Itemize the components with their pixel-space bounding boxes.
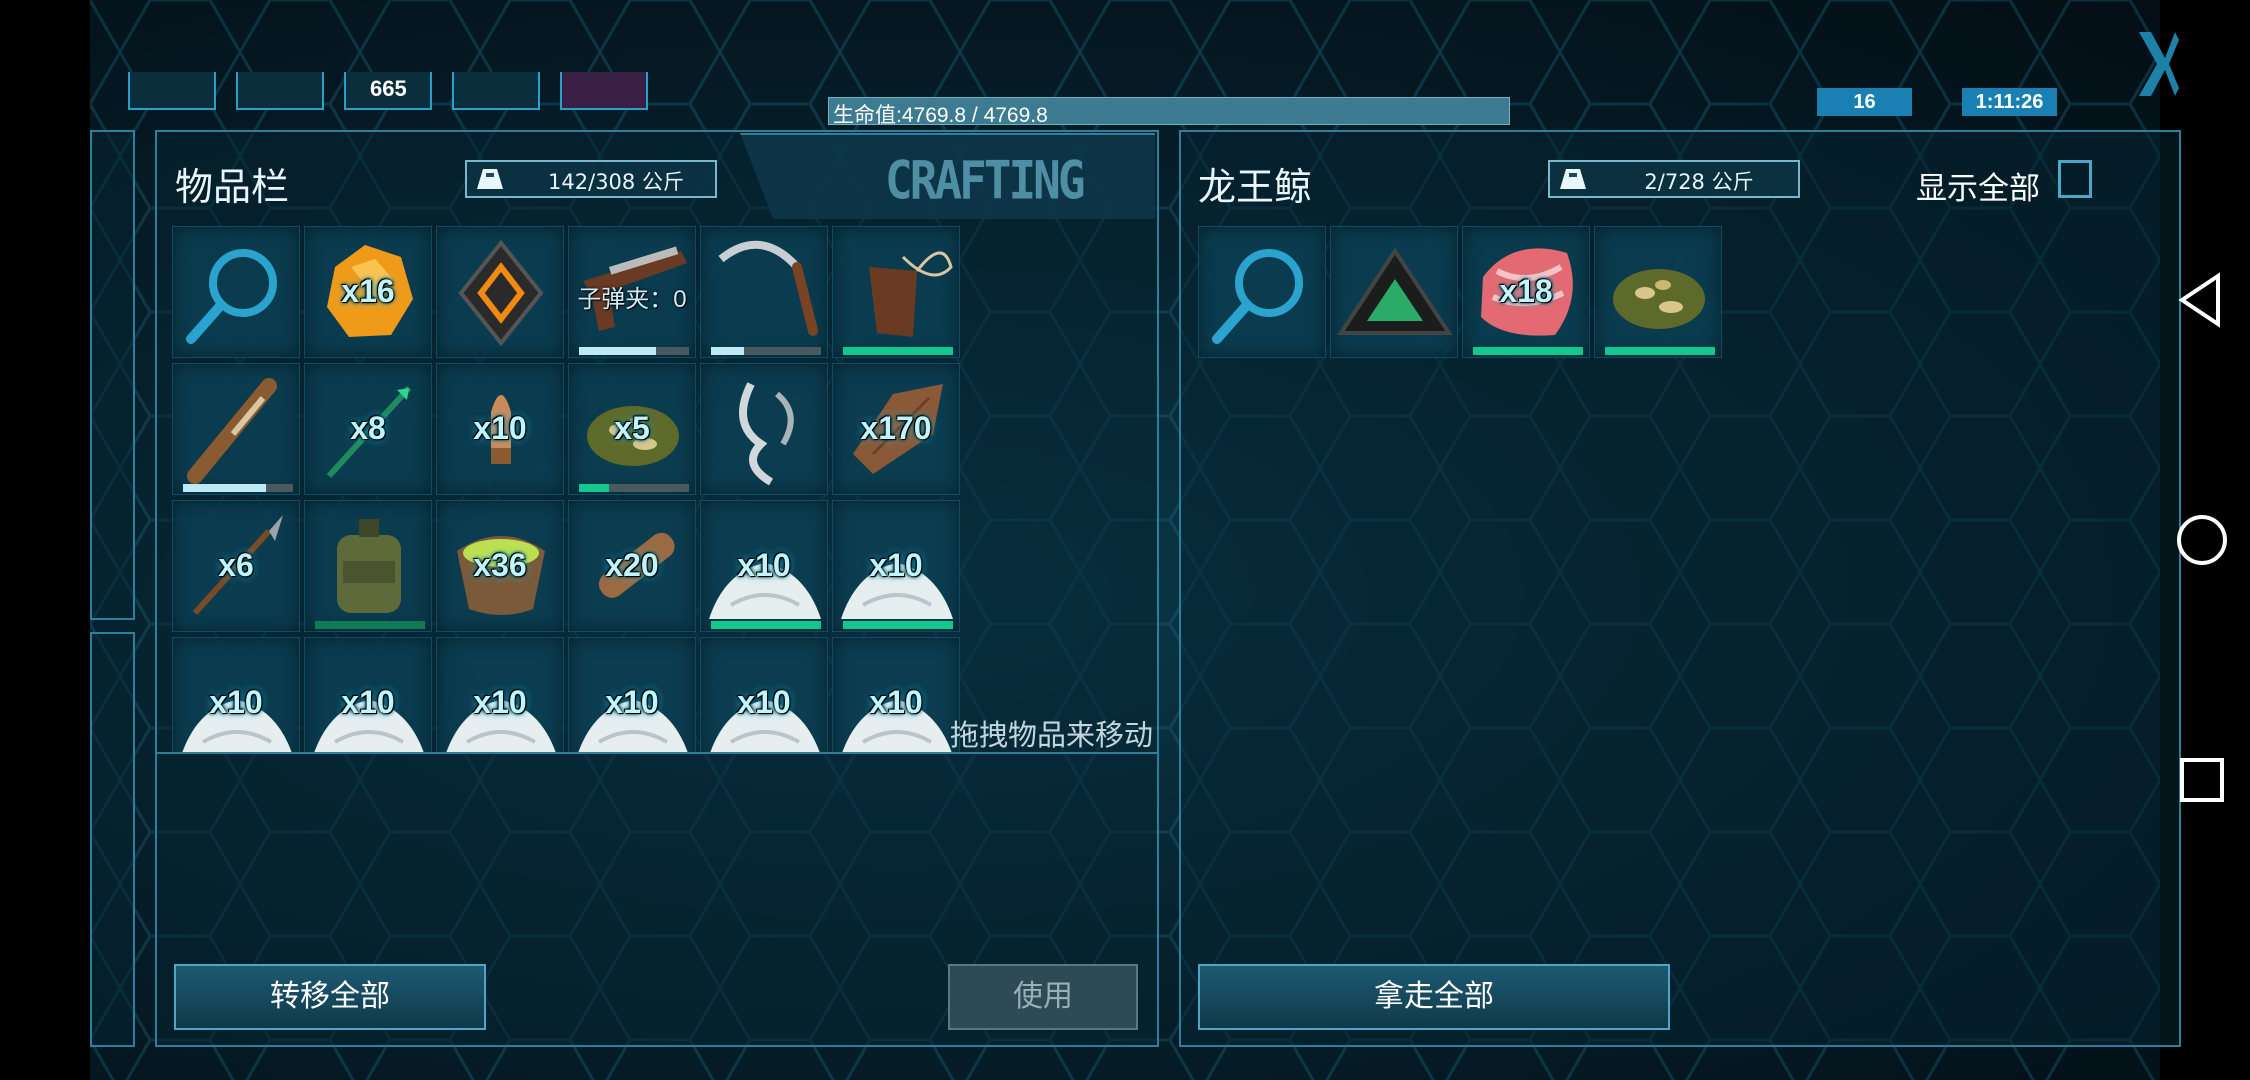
inventory-slot[interactable]: x170 xyxy=(832,363,960,495)
durability-bar xyxy=(711,347,821,355)
durability-bar xyxy=(1473,347,1583,355)
hud-button-5[interactable] xyxy=(560,72,648,110)
inventory-slot[interactable]: x10 xyxy=(304,637,432,752)
level-text: 665 xyxy=(370,76,407,101)
inventory-slot[interactable]: x10 xyxy=(436,363,564,495)
inventory-slot[interactable] xyxy=(1198,226,1326,358)
durability-bar xyxy=(711,621,821,629)
use-button[interactable]: 使用 xyxy=(948,964,1138,1030)
hud-button-2[interactable] xyxy=(236,72,324,110)
inventory-slot[interactable]: x6 xyxy=(172,500,300,632)
inventory-slot[interactable] xyxy=(304,500,432,632)
remote-weight-value: 2/728 公斤 xyxy=(1644,170,1754,194)
inventory-slot[interactable]: x10 xyxy=(832,637,960,752)
slot-quantity: x10 xyxy=(341,684,395,720)
inventory-slot[interactable]: x36 xyxy=(436,500,564,632)
tab-crafting[interactable]: CRAFTING xyxy=(740,133,1155,219)
inventory-slot[interactable] xyxy=(832,226,960,358)
inventory-weight: 142/308 公斤 xyxy=(465,160,717,198)
remote-grid: x18 xyxy=(1198,226,1726,366)
durability-bar xyxy=(183,484,293,492)
slot-quantity: x18 xyxy=(1499,273,1553,309)
inventory-slot[interactable]: x10 xyxy=(172,637,300,752)
remote-title: 龙王鲸 xyxy=(1198,165,1313,209)
slot-quantity: x20 xyxy=(605,547,659,583)
inventory-slot[interactable] xyxy=(700,226,828,358)
inventory-slot[interactable] xyxy=(436,226,564,358)
weight-icon xyxy=(1560,169,1586,189)
slot-quantity: x10 xyxy=(737,547,791,583)
health-bar: 生命值:4769.8 / 4769.8 xyxy=(828,97,1510,127)
inventory-title: 物品栏 xyxy=(175,165,290,209)
inventory-slot[interactable]: x5 xyxy=(568,363,696,495)
inventory-slot[interactable]: x10 xyxy=(568,637,696,752)
weight-icon xyxy=(477,169,503,189)
hud-button-4[interactable] xyxy=(452,72,540,110)
left-stub-panel-2 xyxy=(90,632,135,1047)
remote-weight: 2/728 公斤 xyxy=(1548,160,1800,198)
inventory-slot[interactable]: x10 xyxy=(700,637,828,752)
inventory-slot[interactable] xyxy=(1330,226,1458,358)
left-letterbox xyxy=(0,0,90,1080)
inventory-slot[interactable]: x10 xyxy=(700,500,828,632)
close-icon[interactable] xyxy=(2135,24,2179,104)
inventory-slot[interactable]: x8 xyxy=(304,363,432,495)
slot-quantity: x36 xyxy=(473,547,527,583)
inventory-slot[interactable]: 子弹夹：0 xyxy=(568,226,696,358)
durability-bar xyxy=(843,621,953,629)
hud-button-1[interactable] xyxy=(128,72,216,110)
slot-quantity: x8 xyxy=(350,410,386,446)
slot-quantity: 子弹夹：0 xyxy=(577,286,687,313)
slot-quantity: x5 xyxy=(614,410,650,446)
slot-quantity: x10 xyxy=(209,684,263,720)
slot-quantity: x10 xyxy=(473,410,527,446)
inventory-slot[interactable]: x18 xyxy=(1462,226,1590,358)
durability-bar xyxy=(843,347,953,355)
slot-quantity: x16 xyxy=(341,273,395,309)
show-all-label: 显示全部 xyxy=(1916,171,2040,207)
slot-quantity: x170 xyxy=(860,410,932,446)
slot-quantity: x10 xyxy=(869,547,923,583)
take-all-button[interactable]: 拿走全部 xyxy=(1198,964,1670,1030)
durability-bar xyxy=(579,484,689,492)
inventory-slot[interactable] xyxy=(172,363,300,495)
inventory-slot[interactable]: x10 xyxy=(832,500,960,632)
durability-bar xyxy=(1605,347,1715,355)
hud-button-level[interactable]: 665 xyxy=(344,72,432,110)
slot-quantity: x10 xyxy=(737,684,791,720)
left-stub-panel xyxy=(90,130,135,620)
inventory-grid: x16 子弹夹：0 x8 x10 x5 x170 x6 x36 x20 x10 x10 x10 x10 x… xyxy=(172,226,964,752)
show-all-checkbox[interactable] xyxy=(2058,160,2092,198)
day-badge: 16 xyxy=(1817,88,1912,116)
time-badge: 1:11:26 xyxy=(1962,88,2057,116)
slot-quantity: x10 xyxy=(473,684,527,720)
health-label: 生命值:4769.8 / 4769.8 xyxy=(833,104,1048,127)
inventory-slot[interactable] xyxy=(700,363,828,495)
inventory-slot[interactable] xyxy=(1594,226,1722,358)
slot-quantity: x10 xyxy=(605,684,659,720)
durability-bar xyxy=(579,347,689,355)
slot-quantity: x6 xyxy=(218,547,254,583)
recents-nav-icon[interactable] xyxy=(2160,750,2250,810)
inventory-slot[interactable]: x10 xyxy=(436,637,564,752)
inventory-slot[interactable]: x16 xyxy=(304,226,432,358)
inventory-slot[interactable]: x20 xyxy=(568,500,696,632)
back-nav-icon[interactable] xyxy=(2160,270,2250,330)
durability-bar xyxy=(315,621,425,629)
inventory-weight-value: 142/308 公斤 xyxy=(548,170,684,194)
home-nav-icon[interactable] xyxy=(2160,510,2250,570)
transfer-all-button[interactable]: 转移全部 xyxy=(174,964,486,1030)
drag-hint: 拖拽物品来移动 xyxy=(950,718,1154,752)
inventory-slot[interactable] xyxy=(172,226,300,358)
tab-crafting-label: CRAFTING xyxy=(885,148,1086,212)
slot-quantity: x10 xyxy=(869,684,923,720)
